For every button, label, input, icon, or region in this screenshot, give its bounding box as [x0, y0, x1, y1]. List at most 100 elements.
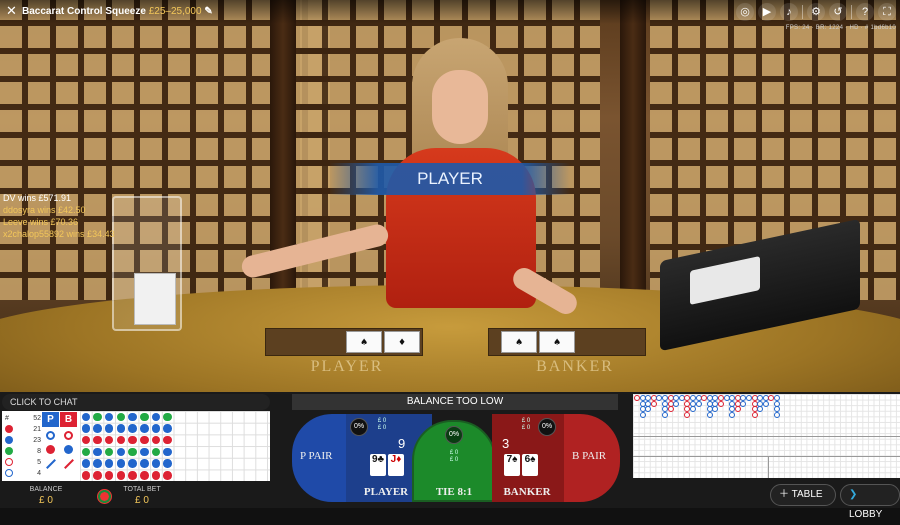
pillar	[620, 0, 646, 300]
road-dot	[762, 400, 769, 407]
bead-dot	[140, 435, 149, 445]
road-dot	[712, 406, 719, 413]
bead-dot	[104, 424, 114, 433]
bead-dot	[116, 447, 126, 457]
chip-icon[interactable]	[97, 489, 112, 504]
bead-dot	[93, 435, 102, 445]
bead-dot	[116, 471, 126, 480]
banker-score: 3	[502, 436, 510, 451]
road-dot	[734, 406, 741, 413]
bead-dot	[116, 459, 126, 468]
bead-dot	[104, 471, 114, 480]
total-bet-label: TOTAL BET	[123, 486, 161, 493]
bead-dot	[128, 459, 137, 468]
stat-total: # 52	[5, 415, 41, 422]
bead-dot	[81, 435, 90, 445]
bead-dot	[128, 435, 137, 445]
bead-dot	[81, 424, 90, 433]
bead-dot	[151, 447, 161, 457]
bead-dot	[81, 447, 90, 457]
chips-icon[interactable]: ◎	[736, 3, 754, 21]
banker-spot[interactable]: 0% £ 0 £ 0 3 7♠ 6♠ BANKER	[492, 414, 564, 502]
video-icon[interactable]: ▶	[758, 3, 776, 21]
bead-dot	[163, 471, 172, 480]
history-icon[interactable]: ↺	[829, 3, 847, 21]
bead-dot	[163, 447, 172, 457]
stroke-icon	[64, 459, 74, 469]
bead-dot	[81, 459, 90, 468]
bead-dot	[140, 459, 149, 468]
bead-dot	[140, 412, 149, 421]
lobby-button[interactable]: ❯ LOBBY	[840, 484, 900, 520]
table-button-label: TABLE	[791, 489, 823, 500]
bead-dot	[93, 424, 102, 433]
predict-banker-col	[60, 429, 77, 481]
help-icon[interactable]: ?	[856, 3, 874, 21]
bead-dot	[104, 435, 114, 445]
stat-tie: 8	[5, 446, 41, 457]
predict-player-button[interactable]: P	[42, 412, 59, 427]
lobby-button-label: LOBBY	[849, 509, 883, 520]
road-dot	[774, 411, 780, 418]
player-card-box: ♠ ♦	[265, 328, 423, 356]
balance-warning: BALANCE TOO LOW	[292, 394, 618, 410]
bead-road: # 52 21 23 8 5 4 P B	[2, 411, 270, 481]
stat-banker: 21	[5, 424, 41, 435]
player-percent: 0%	[350, 418, 368, 436]
table-label-banker: BANKER	[536, 358, 614, 375]
player-card: J♦	[388, 454, 404, 476]
road-dot	[662, 411, 668, 418]
road-dot	[718, 400, 724, 407]
banker-bet-amounts: £ 0 £ 0	[521, 418, 531, 431]
winner-line: ddosyra wins £42.50	[3, 205, 86, 215]
bead-dot	[163, 412, 172, 421]
chat-button[interactable]: CLICK TO CHAT	[2, 394, 270, 410]
banker-label: BANKER	[503, 486, 551, 498]
bead-dot	[163, 435, 172, 445]
live-video: ♠ ♦ ♠ ♠ PLAYER BANKER PLAYER	[0, 0, 900, 392]
bead-dot	[81, 412, 90, 421]
bead-dot	[140, 471, 149, 480]
total-bet-value: £ 0	[135, 495, 149, 506]
banker-pair-label: B PAIR	[572, 450, 607, 462]
road-dot	[729, 411, 736, 418]
player-bet-amounts: £ 0 £ 0	[377, 418, 387, 431]
balance-label: BALANCE	[29, 486, 63, 493]
predict-banker-button[interactable]: B	[60, 412, 77, 427]
road-dot	[751, 411, 758, 418]
tie-spot[interactable]: 0% £ 0 £ 0 TIE 8:1	[412, 420, 496, 502]
divider	[802, 5, 803, 19]
divider	[851, 5, 852, 19]
table-label-player: PLAYER	[310, 358, 384, 375]
balance-value: £ 0	[39, 495, 53, 506]
volume-icon[interactable]: ♪	[780, 3, 798, 21]
bead-dot	[128, 471, 137, 480]
road-dot	[757, 406, 764, 413]
pin-icon[interactable]: ✎	[204, 6, 212, 17]
banker-card-box: ♠ ♠	[488, 328, 646, 356]
banker-pair-spot[interactable]: B PAIR	[564, 414, 620, 502]
close-icon[interactable]: ✕	[6, 3, 17, 19]
fullscreen-icon[interactable]: ⛶	[878, 3, 896, 21]
big-road	[633, 394, 900, 436]
bead-dot	[93, 471, 102, 480]
bead-dot	[104, 412, 114, 421]
winners-ticker: DV wins £571.91 ddosyra wins £42.50 Leev…	[3, 192, 115, 240]
discard-holder	[112, 196, 182, 331]
predict-player-col	[42, 429, 59, 481]
player-pair-label: P PAIR	[300, 450, 333, 462]
road-divider	[768, 456, 769, 478]
bead-dot	[93, 447, 102, 457]
bead-dot	[140, 447, 149, 457]
gear-icon[interactable]: ⚙	[807, 3, 825, 21]
road-dot	[690, 406, 696, 413]
road-dot	[645, 406, 652, 413]
road-dot	[673, 400, 680, 407]
road-dot	[650, 400, 657, 407]
bead-dot	[81, 471, 90, 480]
bead-dot	[104, 447, 114, 457]
table-button[interactable]: ＋ TABLE	[770, 484, 836, 506]
bead-dot	[163, 424, 172, 433]
road-dot	[695, 400, 702, 407]
bead-dot	[128, 424, 137, 433]
